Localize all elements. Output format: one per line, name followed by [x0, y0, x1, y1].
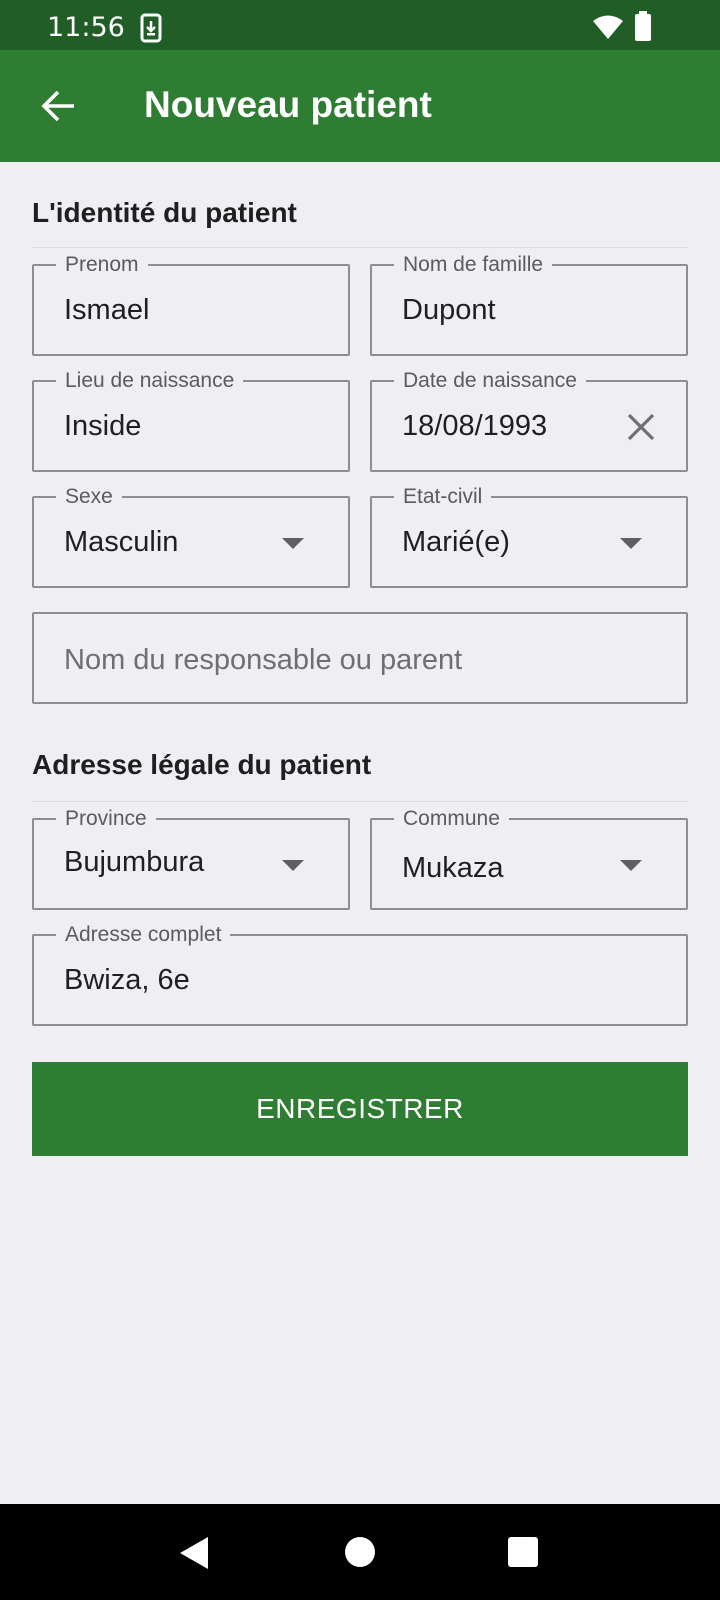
civil-status-select[interactable]: Etat-civil Marié(e) — [370, 485, 688, 588]
sex-select[interactable]: Sexe Masculin — [32, 485, 350, 588]
birth-date-label: Date de naissance — [394, 369, 586, 393]
identity-divider — [32, 247, 688, 248]
status-bar: 11:56 — [0, 0, 720, 50]
status-time: 11:56 — [47, 12, 125, 43]
page-title: Nouveau patient — [144, 84, 432, 125]
commune-value: Mukaza — [402, 852, 504, 884]
commune-label: Commune — [394, 807, 509, 831]
birth-date-value: 18/08/1993 — [402, 410, 548, 442]
civil-status-value: Marié(e) — [402, 526, 510, 558]
address-divider — [32, 801, 688, 802]
guardian-name-input[interactable]: Nom du responsable ou parent — [32, 612, 688, 704]
first-name-field[interactable]: Prenom Ismael — [32, 253, 350, 356]
download-notification-icon — [140, 13, 162, 43]
birth-date-field[interactable]: Date de naissance 18/08/1993 — [370, 369, 688, 472]
dropdown-arrow-icon — [620, 860, 642, 871]
nav-back-icon[interactable] — [178, 1536, 210, 1570]
birth-place-value: Inside — [64, 410, 142, 442]
address-section-title: Adresse légale du patient — [32, 749, 372, 780]
dropdown-arrow-icon — [282, 860, 304, 871]
dropdown-arrow-icon — [282, 538, 304, 549]
birth-place-field[interactable]: Lieu de naissance Inside — [32, 369, 350, 472]
first-name-value: Ismael — [64, 294, 150, 326]
last-name-value: Dupont — [402, 294, 496, 326]
battery-icon — [635, 11, 651, 41]
dropdown-arrow-icon — [620, 538, 642, 549]
first-name-label: Prenom — [56, 253, 148, 277]
last-name-label: Nom de famille — [394, 253, 553, 277]
province-value: Bujumbura Mairie — [64, 846, 205, 884]
last-name-field[interactable]: Nom de famille Dupont — [370, 253, 688, 356]
navigation-bar — [0, 1504, 720, 1600]
nav-recents-icon[interactable] — [508, 1537, 538, 1567]
sex-value: Masculin — [64, 526, 179, 558]
province-value-clip: Bujumbura Mairie — [64, 844, 284, 884]
guardian-name-placeholder: Nom du responsable ou parent — [64, 644, 463, 676]
app-bar: Nouveau patient — [0, 50, 720, 162]
wifi-icon — [593, 15, 623, 39]
commune-select[interactable]: Commune Mukaza — [370, 807, 688, 910]
identity-section-title: L'identité du patient — [32, 197, 297, 228]
civil-status-label: Etat-civil — [394, 485, 492, 509]
save-button[interactable]: ENREGISTRER — [32, 1062, 688, 1156]
province-label: Province — [56, 807, 156, 831]
province-select[interactable]: Province Bujumbura Mairie — [32, 807, 350, 910]
back-button[interactable] — [28, 76, 88, 136]
sex-label: Sexe — [56, 485, 122, 509]
full-address-input[interactable]: Adresse complet Bwiza, 6e — [32, 923, 688, 1026]
nav-home-icon[interactable] — [344, 1536, 376, 1568]
clear-date-icon[interactable] — [624, 410, 658, 444]
arrow-back-icon — [41, 90, 74, 122]
birth-place-label: Lieu de naissance — [56, 369, 244, 393]
full-address-value: Bwiza, 6e — [64, 964, 190, 996]
full-address-label: Adresse complet — [56, 923, 231, 947]
